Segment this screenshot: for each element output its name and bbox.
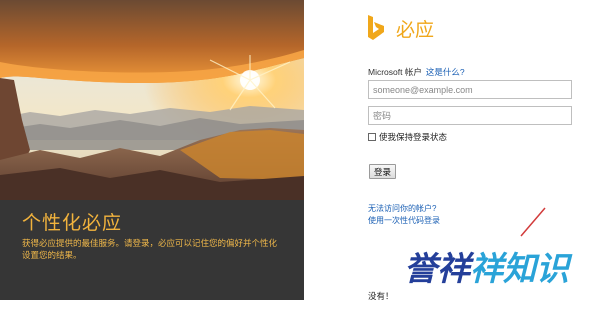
account-help-link[interactable]: 这是什么? — [426, 67, 465, 77]
hero-caption: 个性化必应 获得必应提供的最佳服务。请登录，必应可以记住您的偏好并个性化设置您的… — [0, 200, 304, 300]
one-time-code-link[interactable]: 使用一次性代码登录 — [368, 215, 440, 226]
bing-logo-icon — [368, 15, 384, 40]
cant-access-account-link[interactable]: 无法访问你的帐户? — [368, 203, 436, 214]
keep-signed-in[interactable]: 使我保持登录状态 — [368, 131, 447, 143]
watermark-part2: 祥知识 — [470, 249, 569, 288]
keep-signed-in-checkbox[interactable] — [368, 133, 376, 141]
hero-photo-mesa-arch — [0, 0, 304, 200]
brand-name: 必应 — [396, 18, 435, 41]
brand-header: 必应 — [365, 13, 434, 43]
watermark-part1: 誉祥 — [404, 249, 470, 288]
email-input[interactable] — [368, 80, 572, 99]
account-label: Microsoft 帐户 — [368, 67, 422, 77]
no-account-text: 没有！ — [368, 291, 394, 301]
hero-title: 个性化必应 — [22, 212, 123, 234]
account-label-row: Microsoft 帐户 这是什么? — [368, 66, 465, 78]
watermark-text: 誉祥祥知识 — [404, 246, 569, 292]
hero-panel: 个性化必应 获得必应提供的最佳服务。请登录，必应可以记住您的偏好并个性化设置您的… — [0, 0, 304, 300]
hero-description: 获得必应提供的最佳服务。请登录，必应可以记住您的偏好并个性化设置您的结果。 — [22, 239, 278, 261]
password-input[interactable] — [368, 106, 572, 125]
keep-signed-in-label: 使我保持登录状态 — [379, 132, 448, 142]
watermark-logo: 誉祥祥知识 — [404, 246, 600, 294]
signin-button[interactable]: 登录 — [369, 164, 396, 179]
